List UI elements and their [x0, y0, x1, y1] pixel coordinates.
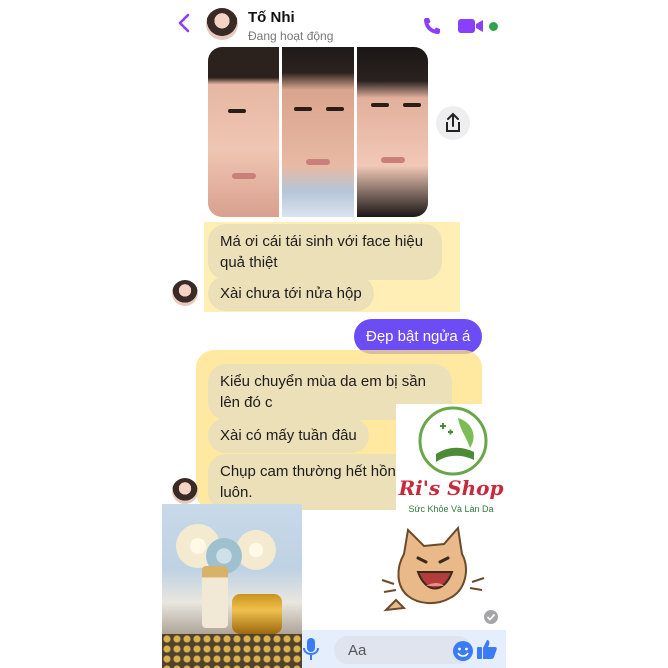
- sender-avatar: [172, 478, 198, 504]
- photo-detail: [380, 157, 405, 163]
- message-bubble[interactable]: Má ơi cái tái sinh với face hiệu quả thi…: [208, 224, 442, 280]
- message-bubble[interactable]: Chụp cam thường hết hồn luôn.: [208, 454, 412, 510]
- shop-name: Ri's Shop: [398, 476, 504, 500]
- photo-detail: [294, 107, 313, 111]
- shop-logo: Ri's Shop Sức Khỏe Và Làn Da: [396, 404, 506, 520]
- contact-avatar[interactable]: [206, 8, 238, 40]
- message-bubble-outgoing[interactable]: Đẹp bật ngửa á: [354, 319, 483, 354]
- flower-decor: [236, 530, 276, 570]
- chat-screen: Tố Nhi Đang hoạt động Má ơi cái tái sinh…: [162, 0, 506, 668]
- face-photo[interactable]: [282, 47, 354, 217]
- message-input-placeholder: Aa: [348, 642, 367, 659]
- face-photo[interactable]: [208, 47, 280, 217]
- microphone-icon[interactable]: [302, 636, 320, 662]
- photo-detail: [370, 103, 389, 107]
- shop-tagline: Sức Khỏe Và Làn Da: [408, 504, 494, 514]
- cat-sticker[interactable]: [374, 524, 492, 620]
- photo-detail: [326, 107, 345, 111]
- back-chevron-icon[interactable]: [174, 12, 196, 34]
- before-after-photos[interactable]: [208, 47, 428, 217]
- thumbs-up-icon[interactable]: [476, 638, 498, 660]
- face-photo[interactable]: [356, 47, 428, 217]
- message-bubble[interactable]: Xài có mấy tuần đâu: [208, 418, 369, 453]
- message-input[interactable]: Aa: [334, 636, 474, 664]
- serum-bottle: [202, 566, 228, 628]
- sender-avatar: [172, 280, 198, 306]
- photo-detail: [232, 173, 256, 179]
- cream-jar: [232, 594, 282, 634]
- emoji-icon[interactable]: [452, 640, 474, 662]
- seen-check-icon: [484, 610, 498, 624]
- contact-name[interactable]: Tố Nhi: [248, 9, 295, 26]
- photo-detail: [306, 159, 331, 165]
- online-indicator: [489, 22, 498, 31]
- product-photo[interactable]: [162, 504, 302, 668]
- photo-detail: [228, 109, 246, 113]
- phone-icon[interactable]: [422, 16, 442, 36]
- message-composer: Aa: [302, 630, 506, 668]
- contact-status: Đang hoạt động: [248, 29, 334, 43]
- share-icon[interactable]: [436, 106, 470, 140]
- bead-decor: [162, 634, 302, 668]
- leaf-logo-icon: [418, 406, 488, 476]
- chat-header: Tố Nhi Đang hoạt động: [162, 0, 506, 46]
- video-camera-icon[interactable]: [458, 18, 484, 34]
- message-bubble[interactable]: Xài chưa tới nửa hộp: [208, 276, 374, 311]
- photo-detail: [402, 103, 421, 107]
